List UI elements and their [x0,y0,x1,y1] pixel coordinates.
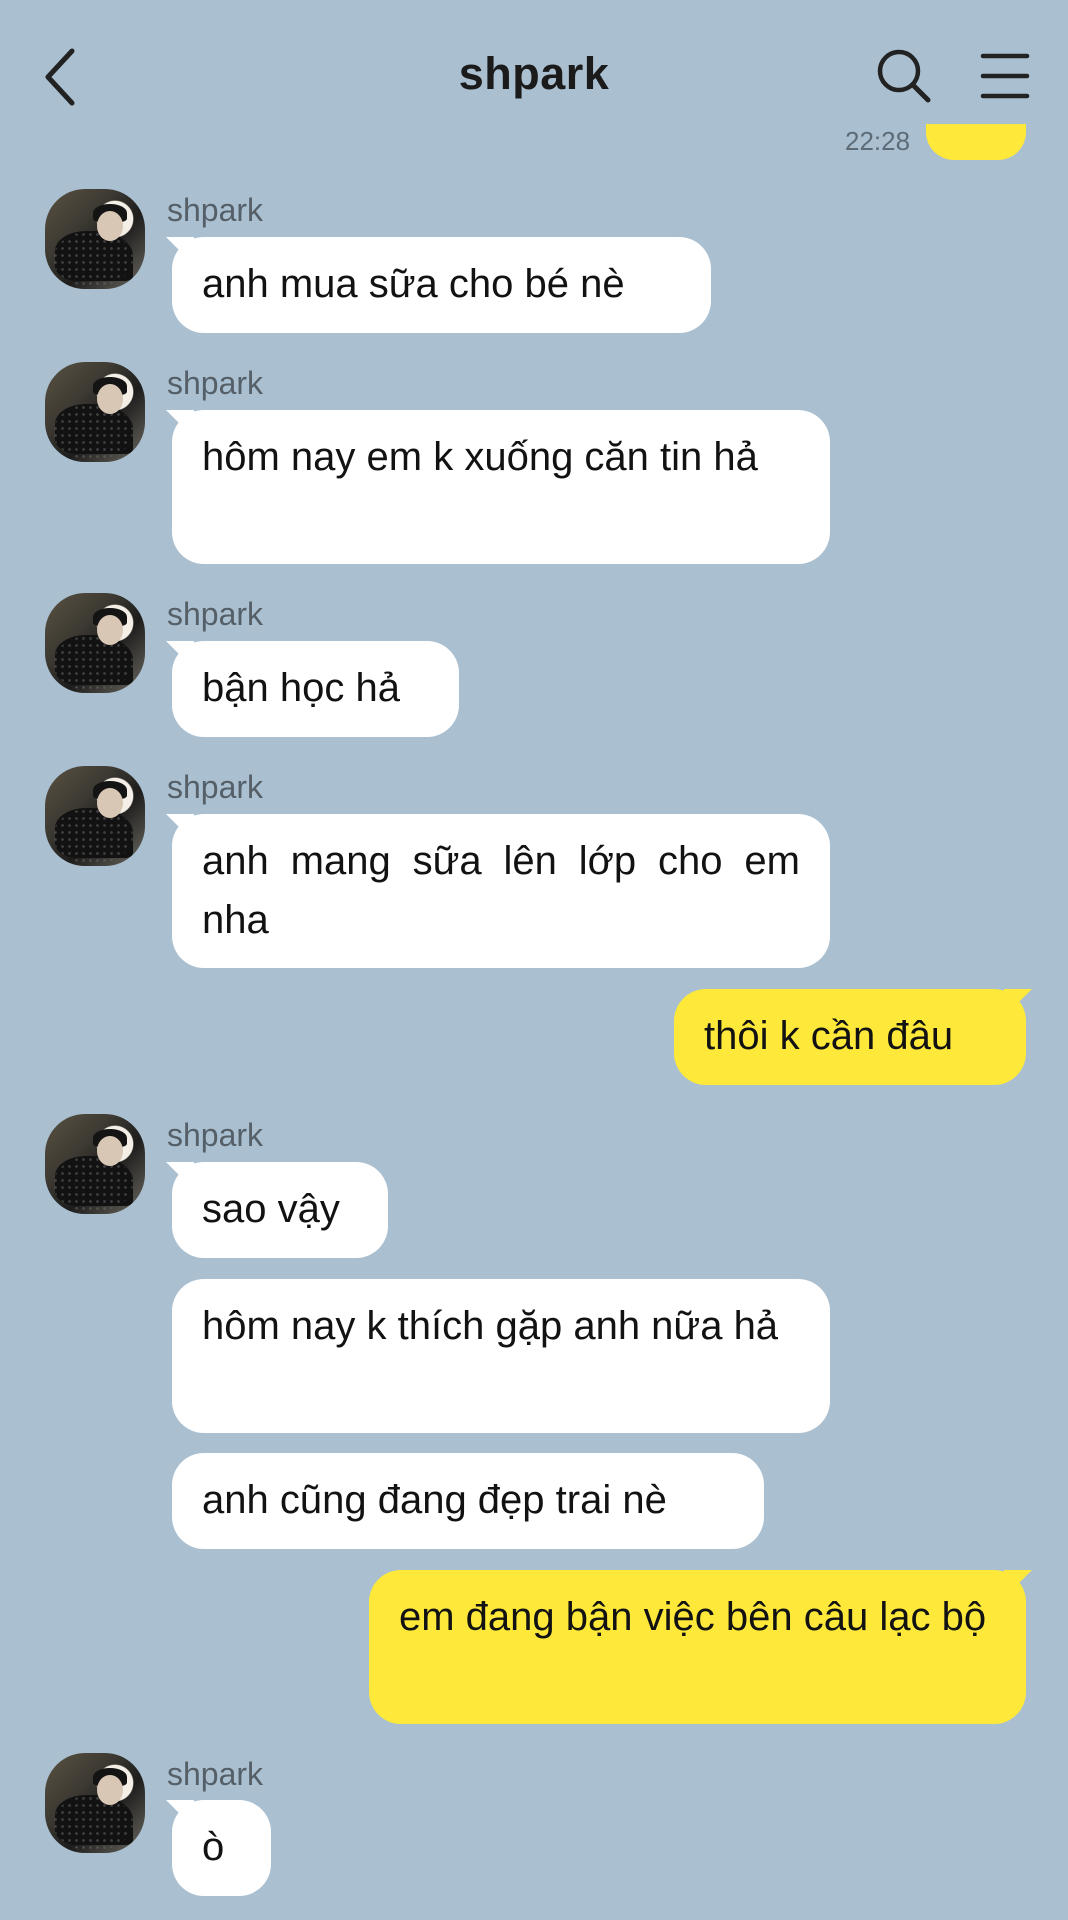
avatar[interactable] [45,766,145,866]
incoming-message-bubble[interactable]: anh mua sữa cho bé nè [172,237,711,333]
sender-name: shpark [167,769,264,805]
menu-button[interactable] [980,52,1030,100]
incoming-message-bubble[interactable]: hôm nay k thích gặp anh nữa hả [172,1279,830,1433]
incoming-message-bubble[interactable]: hôm nay em k xuống căn tin hả [172,410,830,564]
incoming-message-bubble[interactable]: bận học hả [172,641,459,737]
avatar[interactable] [45,1753,145,1853]
sender-name: shpark [167,192,264,228]
incoming-message-bubble[interactable]: ò [172,1800,271,1896]
outgoing-message-bubble[interactable]: em đang bận việc bên câu lạc bộ [369,1570,1026,1724]
avatar[interactable] [45,362,145,462]
hamburger-menu-icon [980,53,1030,99]
incoming-message-bubble[interactable]: sao vậy [172,1162,388,1258]
avatar[interactable] [45,1114,145,1214]
sender-name: shpark [167,1117,264,1153]
partial-outgoing-bubble [926,124,1026,160]
search-icon [877,49,931,103]
avatar[interactable] [45,593,145,693]
sender-name: shpark [167,596,264,632]
message-time: 22:28 [845,126,911,156]
avatar[interactable] [45,189,145,289]
sender-name: shpark [167,1756,264,1792]
sender-name: shpark [167,365,264,401]
search-button[interactable] [876,48,932,104]
incoming-message-bubble[interactable]: anh mang sữa lên lớp cho em nha [172,814,830,968]
incoming-message-bubble[interactable]: anh cũng đang đẹp trai nè [172,1453,764,1549]
outgoing-message-bubble[interactable]: thôi k cần đâu [674,989,1026,1085]
